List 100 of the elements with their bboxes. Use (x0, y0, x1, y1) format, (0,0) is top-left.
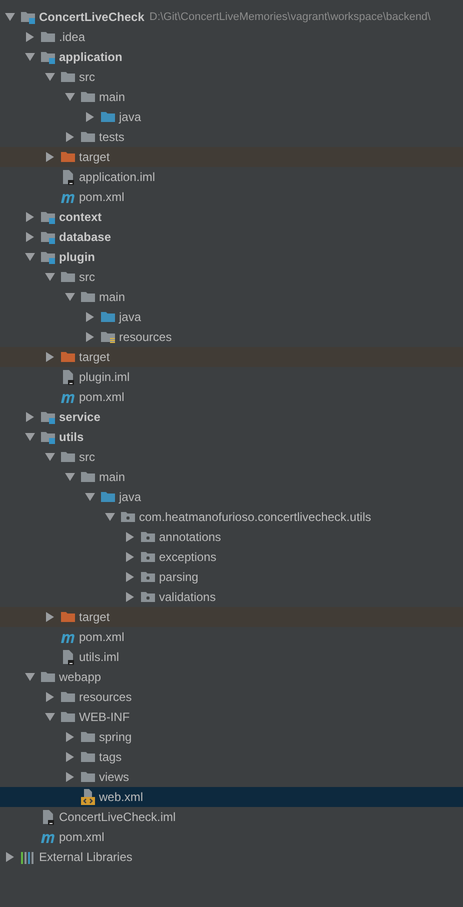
caret-right-icon[interactable] (85, 112, 95, 122)
item-label: application (59, 49, 122, 66)
caret-down-icon[interactable] (45, 712, 55, 722)
caret-down-icon[interactable] (45, 272, 55, 282)
item-label: resources (79, 689, 132, 706)
item-label: tags (99, 749, 122, 766)
tree-item[interactable]: utils.iml (0, 647, 463, 667)
caret-down-icon[interactable] (85, 492, 95, 502)
tree-item[interactable]: validations (0, 587, 463, 607)
file-icon (60, 169, 76, 185)
caret-right-icon[interactable] (5, 852, 15, 862)
item-label: target (79, 609, 110, 626)
tree-item[interactable]: java (0, 307, 463, 327)
tree-item[interactable]: tests (0, 127, 463, 147)
caret-right-icon[interactable] (25, 212, 35, 222)
caret-right-icon[interactable] (65, 132, 75, 142)
caret-down-icon[interactable] (45, 452, 55, 462)
tree-item[interactable]: java (0, 107, 463, 127)
tree-item[interactable]: ConcertLiveCheck D:\Git\ConcertLiveMemories\vagrant\workspace\backend\ (0, 7, 463, 27)
tree-item[interactable]: main (0, 87, 463, 107)
tree-item[interactable]: src (0, 267, 463, 287)
module-folder-icon (40, 209, 56, 225)
caret-right-icon[interactable] (85, 312, 95, 322)
tree-item[interactable]: pom.xml (0, 627, 463, 647)
tree-item[interactable]: resources (0, 687, 463, 707)
tree-item[interactable]: parsing (0, 567, 463, 587)
item-label: src (79, 269, 95, 286)
folder-icon (60, 689, 76, 705)
tree-item[interactable]: java (0, 487, 463, 507)
caret-right-icon[interactable] (65, 752, 75, 762)
tree-item[interactable]: utils (0, 427, 463, 447)
caret-down-icon[interactable] (65, 92, 75, 102)
tree-item[interactable]: main (0, 287, 463, 307)
folder-icon (60, 149, 76, 165)
caret-right-icon[interactable] (45, 152, 55, 162)
project-path: D:\Git\ConcertLiveMemories\vagrant\workspace\backend\ (149, 10, 431, 25)
item-label: ConcertLiveCheck (39, 9, 144, 26)
item-label: spring (99, 729, 132, 746)
caret-down-icon[interactable] (5, 12, 15, 22)
caret-right-icon[interactable] (25, 412, 35, 422)
caret-right-icon[interactable] (45, 352, 55, 362)
tree-item[interactable]: External Libraries (0, 847, 463, 867)
caret-right-icon[interactable] (85, 332, 95, 342)
tree-item[interactable]: ConcertLiveCheck.iml (0, 807, 463, 827)
tree-item[interactable]: pom.xml (0, 187, 463, 207)
tree-item[interactable]: context (0, 207, 463, 227)
item-label: com.heatmanofurioso.concertlivecheck.utils (139, 509, 372, 526)
caret-right-icon[interactable] (45, 692, 55, 702)
caret-down-icon[interactable] (25, 432, 35, 442)
tree-item[interactable]: pom.xml (0, 387, 463, 407)
tree-item[interactable]: spring (0, 727, 463, 747)
item-label: java (119, 109, 142, 126)
tree-item[interactable]: plugin.iml (0, 367, 463, 387)
tree-item[interactable]: src (0, 67, 463, 87)
item-label: utils (59, 429, 84, 446)
tree-item[interactable]: src (0, 447, 463, 467)
caret-down-icon[interactable] (25, 672, 35, 682)
item-label: application.iml (79, 169, 156, 186)
item-label: context (59, 209, 102, 226)
caret-right-icon[interactable] (125, 572, 135, 582)
tree-item[interactable]: service (0, 407, 463, 427)
caret-down-icon[interactable] (25, 252, 35, 262)
caret-right-icon[interactable] (125, 552, 135, 562)
tree-item[interactable]: database (0, 227, 463, 247)
item-label: pom.xml (79, 629, 124, 646)
tree-item[interactable]: target (0, 347, 463, 367)
caret-down-icon[interactable] (65, 292, 75, 302)
caret-right-icon[interactable] (65, 732, 75, 742)
caret-right-icon[interactable] (25, 32, 35, 42)
item-label: tests (99, 129, 124, 146)
caret-down-icon[interactable] (25, 52, 35, 62)
folder-icon (40, 669, 56, 685)
caret-down-icon[interactable] (105, 512, 115, 522)
tree-item[interactable]: web.xml (0, 787, 463, 807)
caret-right-icon[interactable] (45, 612, 55, 622)
tree-item[interactable]: com.heatmanofurioso.concertlivecheck.utils (0, 507, 463, 527)
tree-item[interactable]: tags (0, 747, 463, 767)
tree-item[interactable]: .idea (0, 27, 463, 47)
tree-item[interactable]: exceptions (0, 547, 463, 567)
tree-item[interactable]: webapp (0, 667, 463, 687)
module-folder-icon (40, 249, 56, 265)
tree-item[interactable]: plugin (0, 247, 463, 267)
tree-item[interactable]: views (0, 767, 463, 787)
caret-right-icon[interactable] (125, 532, 135, 542)
caret-down-icon[interactable] (65, 472, 75, 482)
tree-item[interactable]: WEB-INF (0, 707, 463, 727)
caret-down-icon[interactable] (45, 72, 55, 82)
caret-right-icon[interactable] (125, 592, 135, 602)
folder-icon (80, 469, 96, 485)
tree-item[interactable]: main (0, 467, 463, 487)
tree-item[interactable]: application (0, 47, 463, 67)
tree-item[interactable]: target (0, 147, 463, 167)
caret-right-icon[interactable] (25, 232, 35, 242)
tree-item[interactable]: target (0, 607, 463, 627)
tree-item[interactable]: application.iml (0, 167, 463, 187)
tree-item[interactable]: resources (0, 327, 463, 347)
caret-right-icon[interactable] (65, 772, 75, 782)
tree-item[interactable]: annotations (0, 527, 463, 547)
tree-item[interactable]: pom.xml (0, 827, 463, 847)
item-label: src (79, 69, 95, 86)
